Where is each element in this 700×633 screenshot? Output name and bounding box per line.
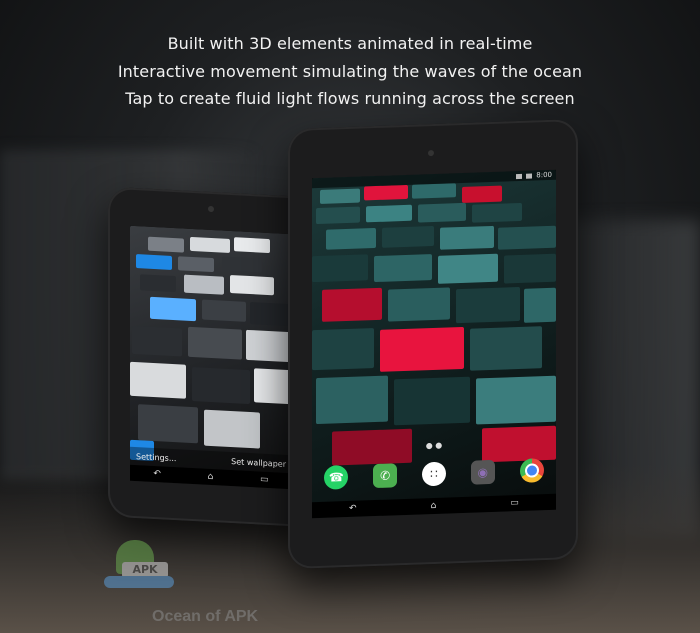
tablet-back: Settings... Set wallpaper ↶ ⌂ ▭ bbox=[108, 186, 314, 528]
wallpaper-tile bbox=[322, 287, 382, 322]
wave-icon bbox=[104, 576, 174, 588]
wallpaper-tile bbox=[140, 274, 176, 293]
wallpaper-tile bbox=[148, 236, 184, 253]
wallpaper-tile bbox=[234, 237, 270, 254]
wallpaper-tile bbox=[316, 206, 360, 225]
wallpaper-tile bbox=[138, 404, 198, 444]
wallpaper-tile bbox=[498, 225, 556, 250]
wallpaper-tile bbox=[202, 299, 246, 322]
wallpaper-tile bbox=[380, 326, 464, 372]
set-wallpaper-button[interactable]: Set wallpaper bbox=[231, 457, 286, 469]
back-icon[interactable]: ↶ bbox=[153, 469, 161, 479]
wallpaper-tile bbox=[132, 325, 182, 357]
wallpaper-tile bbox=[250, 302, 292, 327]
wallpaper-tile bbox=[320, 188, 360, 204]
wallpaper-tile bbox=[246, 329, 292, 363]
wallpaper-tile bbox=[222, 256, 262, 273]
camera-icon[interactable]: ◉ bbox=[470, 459, 495, 485]
home-icon[interactable]: ⌂ bbox=[208, 472, 214, 482]
recents-icon[interactable]: ▭ bbox=[510, 498, 519, 508]
tablet-front: 8:00 ● ● ☎ ✆ ∷ ◉ ↶ ⌂ ▭ bbox=[288, 118, 578, 570]
wallpaper-tile bbox=[150, 296, 196, 322]
status-time: 8:00 bbox=[536, 170, 552, 180]
wallpaper-tile bbox=[178, 256, 214, 273]
wallpaper-tile bbox=[316, 375, 388, 425]
tablet-front-screen: 8:00 ● ● ☎ ✆ ∷ ◉ ↶ ⌂ ▭ bbox=[312, 169, 556, 519]
headline-3: Tap to create fluid light flows running … bbox=[125, 89, 575, 108]
wallpaper-tile bbox=[254, 368, 292, 405]
wallpaper-tile bbox=[472, 202, 522, 223]
wallpaper-tile bbox=[366, 204, 412, 223]
chrome-icon[interactable] bbox=[519, 458, 544, 483]
wallpaper-tile bbox=[364, 184, 408, 201]
wallpaper-tile bbox=[326, 227, 376, 250]
wallpaper-tile bbox=[456, 286, 520, 324]
whatsapp-icon[interactable]: ☎ bbox=[324, 464, 349, 490]
tablet-back-screen: Settings... Set wallpaper ↶ ⌂ ▭ bbox=[130, 225, 292, 490]
app-drawer-icon[interactable]: ∷ bbox=[421, 461, 446, 487]
wallpaper-tile bbox=[136, 254, 172, 270]
wallpaper-tile bbox=[470, 326, 542, 371]
app-dock: ☎ ✆ ∷ ◉ bbox=[312, 450, 556, 499]
wallpaper-tile bbox=[412, 183, 456, 199]
wallpaper-tile bbox=[504, 253, 556, 284]
wallpaper-tile bbox=[312, 328, 374, 371]
recents-icon[interactable]: ▭ bbox=[260, 475, 269, 485]
front-camera bbox=[428, 149, 434, 157]
wallpaper-tile bbox=[440, 225, 494, 250]
wallpaper-tile bbox=[312, 254, 368, 283]
wifi-icon bbox=[516, 173, 523, 179]
wallpaper-tile bbox=[204, 409, 260, 449]
wallpaper-tile bbox=[524, 287, 556, 323]
headline-2: Interactive movement simulating the wave… bbox=[117, 62, 583, 81]
wallpaper-tile bbox=[382, 225, 434, 248]
back-icon[interactable]: ↶ bbox=[349, 504, 357, 514]
wallpaper-tile bbox=[476, 375, 556, 425]
wallpaper-tile bbox=[388, 287, 450, 322]
phone-icon[interactable]: ✆ bbox=[373, 463, 398, 489]
wallpaper-tile bbox=[394, 376, 470, 426]
battery-icon bbox=[526, 173, 533, 179]
headline-1: Built with 3D elements animated in real-… bbox=[167, 34, 533, 53]
front-camera bbox=[208, 205, 214, 213]
wallpaper-tile bbox=[418, 202, 466, 223]
wallpaper-tile bbox=[190, 236, 230, 253]
wallpaper-tile bbox=[130, 361, 186, 399]
wallpaper-tile bbox=[374, 254, 432, 283]
wallpaper-tile bbox=[230, 274, 274, 296]
wallpaper-tile bbox=[192, 367, 250, 405]
home-icon[interactable]: ⌂ bbox=[431, 501, 437, 511]
watermark-text: Ocean of APK bbox=[152, 608, 259, 625]
watermark-logo: APK Ocean of APK bbox=[104, 536, 284, 628]
wallpaper-tile bbox=[188, 326, 242, 360]
settings-button[interactable]: Settings... bbox=[136, 452, 176, 463]
wallpaper-tile bbox=[462, 185, 502, 203]
wallpaper-tile bbox=[438, 253, 498, 284]
wallpaper-tile bbox=[184, 274, 224, 295]
